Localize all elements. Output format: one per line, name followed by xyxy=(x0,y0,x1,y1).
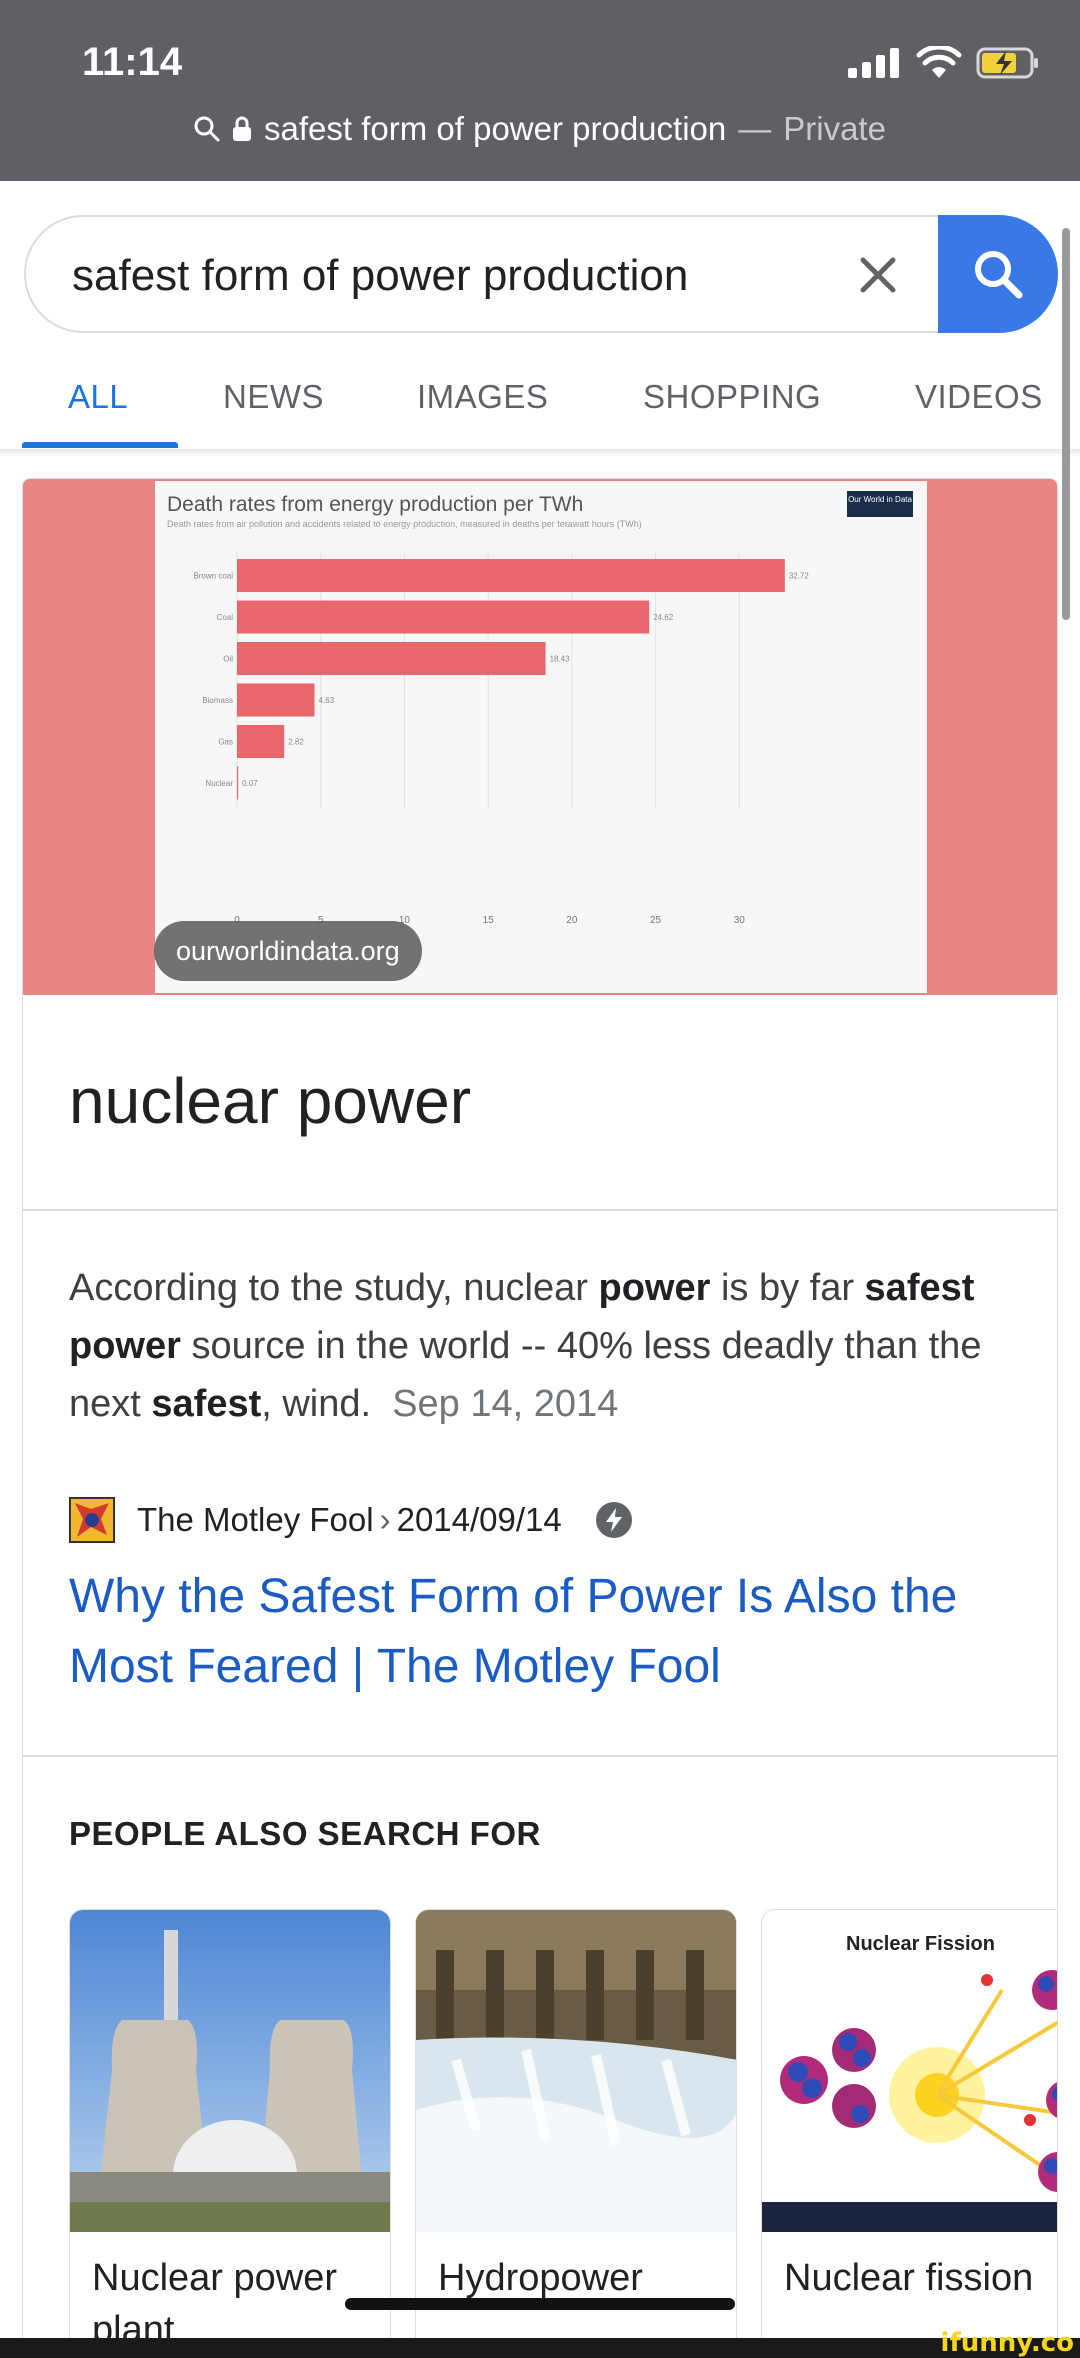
search-tabs: ALL NEWS IMAGES SHOPPING VIDEOS xyxy=(0,360,1080,450)
url-separator: — xyxy=(738,110,772,147)
chart-category-label: Nuclear xyxy=(205,779,233,788)
snippet-date: Sep 14, 2014 xyxy=(392,1383,619,1425)
snippet-part: is by far xyxy=(710,1267,865,1309)
search-box[interactable]: safest form of power production xyxy=(24,215,1058,333)
active-tab-indicator xyxy=(22,442,178,448)
motley-fool-favicon xyxy=(69,1497,115,1543)
url-query: safest form of power production xyxy=(264,110,727,147)
pas-label: Nuclear fission xyxy=(784,2257,1034,2299)
snippet-highlight: power xyxy=(598,1267,711,1309)
chart-bar xyxy=(237,559,785,592)
people-also-search-header: PEOPLE ALSO SEARCH FOR xyxy=(69,1815,541,1852)
image-source-badge[interactable]: ourworldindata.org xyxy=(154,921,422,981)
chart-bar xyxy=(237,766,239,800)
close-icon xyxy=(860,257,896,293)
hydropower-thumbnail xyxy=(416,1910,736,2232)
divider xyxy=(23,1209,1057,1211)
chart-category-label: Brown coal xyxy=(193,572,233,581)
chart-category-label: Coal xyxy=(217,613,234,622)
home-indicator[interactable] xyxy=(345,2298,735,2310)
tab-videos[interactable]: VIDEOS xyxy=(915,378,1043,416)
chart-tick-label: 30 xyxy=(734,915,746,926)
snippet-part: According to the study, nuclear xyxy=(69,1267,599,1309)
pas-label: Hydropower xyxy=(438,2257,643,2299)
private-label: Private xyxy=(783,110,886,147)
chart-tick-label: 25 xyxy=(650,915,662,926)
result-source[interactable]: The Motley Fool › 2014/09/14 xyxy=(69,1497,632,1543)
owid-logo-text: Our World in Data xyxy=(848,495,912,504)
chart-title: Death rates from energy production per T… xyxy=(167,493,583,516)
snippet-highlight: safest xyxy=(151,1383,262,1425)
chart-value-label: 32.72 xyxy=(789,572,810,581)
tab-all[interactable]: ALL xyxy=(68,378,128,416)
chart-value-label: 4.63 xyxy=(319,696,335,705)
url-bar[interactable]: safest form of power production — Privat… xyxy=(0,110,1080,148)
system-icons xyxy=(848,46,1040,80)
wifi-icon xyxy=(916,46,962,78)
source-path: 2014/09/14 xyxy=(396,1501,562,1538)
tab-shopping[interactable]: SHOPPING xyxy=(643,378,821,416)
tab-news[interactable]: NEWS xyxy=(223,378,324,416)
nuclear-fission-thumbnail: Nuclear Fission xyxy=(762,1910,1057,2232)
result-title-link[interactable]: Why the Safest Form of Power Is Also the… xyxy=(69,1562,1019,1702)
chart-value-label: 24.62 xyxy=(653,613,674,622)
pas-card-nuclear-fission[interactable]: Nuclear Fission Nuclear fission xyxy=(761,1909,1057,2357)
tab-images[interactable]: IMAGES xyxy=(417,378,548,416)
status-bar: 11:14 safest form of power production — … xyxy=(0,0,1080,181)
chart-tick-label: 20 xyxy=(566,915,578,926)
chart-bar xyxy=(237,683,315,717)
pas-card-hydropower[interactable]: Hydropower xyxy=(415,1909,737,2357)
snippet-text: According to the study, nuclear power is… xyxy=(69,1259,1019,1433)
battery-icon xyxy=(976,47,1038,79)
chart-category-label: Oil xyxy=(223,655,233,664)
pas-card-nuclear-power-plant[interactable]: Nuclear power plant xyxy=(69,1909,391,2357)
divider xyxy=(23,1755,1057,1757)
chart-category-label: Biomass xyxy=(202,696,233,705)
search-button[interactable] xyxy=(938,215,1058,333)
lock-icon xyxy=(233,116,252,141)
source-site: The Motley Fool xyxy=(137,1501,374,1538)
chart-subtitle: Death rates from air pollution and accid… xyxy=(167,519,642,529)
featured-image[interactable]: Death rates from energy production per T… xyxy=(23,479,1057,995)
chart-bar xyxy=(237,600,650,634)
breadcrumb-separator: › xyxy=(379,1501,391,1538)
signal-icon xyxy=(848,48,899,78)
chart-value-label: 0.07 xyxy=(242,779,258,788)
scrollbar[interactable] xyxy=(1062,228,1070,620)
chart-value-label: 18.43 xyxy=(550,655,571,664)
chart-category-label: Gas xyxy=(218,738,233,747)
snippet-part: , wind. xyxy=(261,1383,372,1425)
clock: 11:14 xyxy=(82,40,183,84)
chart-bar xyxy=(237,642,546,675)
featured-snippet-card: Death rates from energy production per T… xyxy=(22,478,1058,2358)
tabs-shadow xyxy=(0,449,1080,457)
search-icon xyxy=(194,116,220,142)
chart-value-label: 2.82 xyxy=(288,738,304,747)
clear-button[interactable] xyxy=(848,245,908,305)
bottom-strip xyxy=(0,2338,1080,2358)
chart-bar xyxy=(237,725,285,758)
chart-tick-label: 15 xyxy=(483,915,495,926)
search-icon xyxy=(975,251,1023,299)
watermark: ifunny.co xyxy=(940,2328,1074,2358)
nuclear-plant-thumbnail xyxy=(70,1910,390,2232)
amp-lightning-icon xyxy=(595,1502,632,1538)
fission-image-title: Nuclear Fission xyxy=(846,1933,995,1955)
answer-title: nuclear power xyxy=(69,1065,471,1137)
search-input[interactable]: safest form of power production xyxy=(72,251,688,301)
death-rates-chart: Death rates from energy production per T… xyxy=(155,481,927,993)
